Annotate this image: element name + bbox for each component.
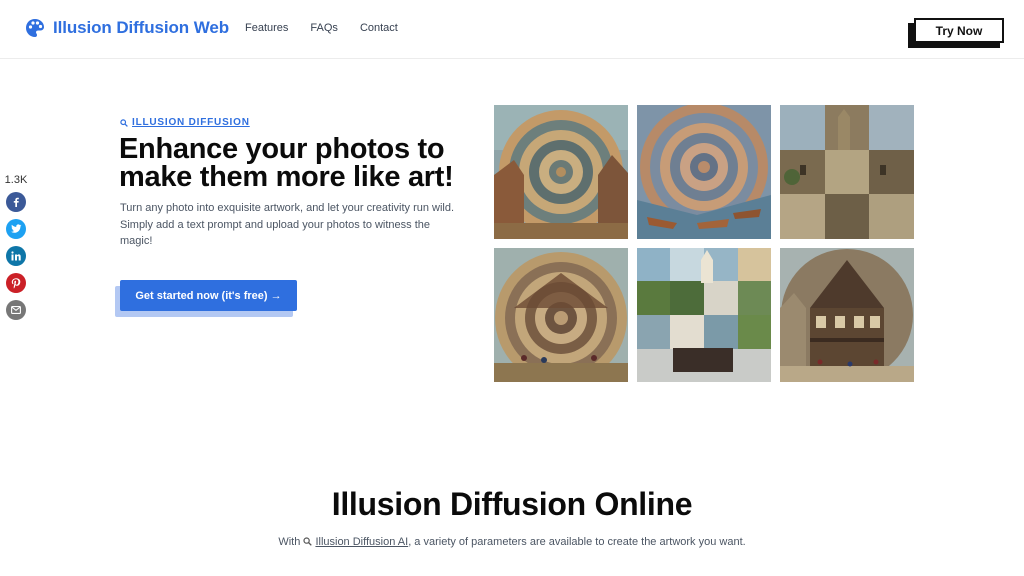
nav-contact[interactable]: Contact: [360, 22, 398, 34]
spiral-canal-image: [637, 105, 771, 239]
hero-description: Turn any photo into exquisite artwork, a…: [120, 202, 455, 247]
twitter-icon: [10, 224, 21, 233]
brand-logo[interactable]: Illusion Diffusion Web: [25, 18, 229, 38]
section-description: With Illusion Diffusion AI, a variety of…: [0, 536, 1024, 548]
checker-castle-image: [780, 105, 914, 239]
spiral-house-image: [494, 248, 628, 382]
pinterest-share-button[interactable]: [6, 273, 26, 293]
cta-wrapper: Get started now (it's free) →: [115, 280, 300, 320]
try-now-wrapper: Try Now: [908, 18, 1004, 48]
hero-eyebrow[interactable]: ILLUSION DIFFUSION: [120, 117, 250, 128]
share-count: 1.3K: [4, 174, 28, 186]
email-share-button[interactable]: [6, 300, 26, 320]
site-header: Illusion Diffusion Web Features FAQs Con…: [0, 0, 1024, 59]
spiral-village-image: [494, 105, 628, 239]
facebook-share-button[interactable]: [6, 192, 26, 212]
section-title: Illusion Diffusion Online: [331, 486, 693, 522]
nav-features[interactable]: Features: [245, 22, 288, 34]
checker-church-image: [637, 248, 771, 382]
search-icon: [120, 118, 128, 127]
hero-title: Enhance your photos to make them more li…: [119, 133, 499, 193]
twitter-share-button[interactable]: [6, 219, 26, 239]
linkedin-share-button[interactable]: [6, 246, 26, 266]
linkedin-icon: [11, 251, 21, 261]
illusion-diffusion-ai-link[interactable]: Illusion Diffusion AI: [315, 536, 408, 548]
get-started-button[interactable]: Get started now (it's free) →: [120, 280, 297, 311]
palette-icon: [26, 19, 44, 37]
facebook-icon: [13, 197, 19, 207]
search-icon: [303, 537, 313, 546]
pinterest-icon: [11, 277, 21, 288]
section-desc-suffix: , a variety of parameters are available …: [408, 536, 746, 548]
nav-faqs[interactable]: FAQs: [310, 22, 338, 34]
hero-title-line-2: make them more like art!: [119, 161, 454, 193]
try-now-button[interactable]: Try Now: [914, 18, 1004, 43]
example-gallery: [494, 105, 914, 382]
brand-name: Illusion Diffusion Web: [53, 18, 229, 37]
main-nav: Features FAQs Contact: [245, 22, 398, 34]
email-icon: [11, 306, 21, 314]
circle-townhouse-image: [780, 248, 914, 382]
section-desc-prefix: With: [278, 536, 301, 548]
share-sidebar: 1.3K: [4, 174, 30, 327]
hero-title-line-1: Enhance your photos to: [119, 133, 445, 165]
hero-eyebrow-text: ILLUSION DIFFUSION: [132, 117, 250, 128]
